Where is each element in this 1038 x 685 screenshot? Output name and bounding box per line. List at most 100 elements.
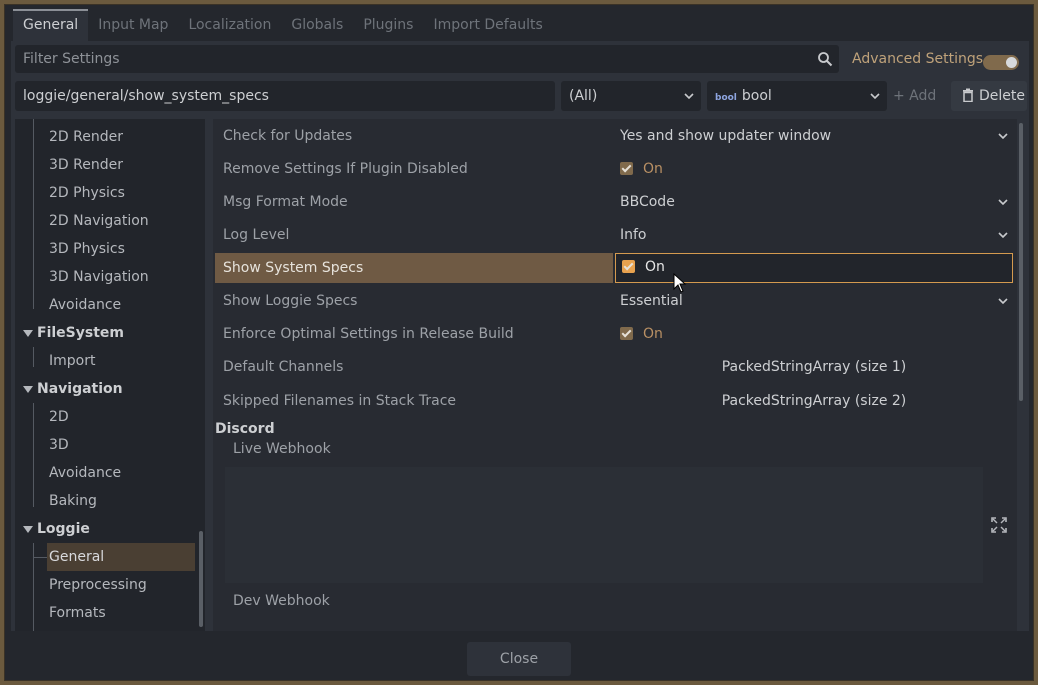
checkbox-checked-icon [620,327,633,340]
tree-item-2d-navigation[interactable]: 2D Navigation [49,209,149,233]
skipped-filenames-array-button[interactable]: PackedStringArray (size 2) [615,386,1013,416]
enforce-optimal-checkbox[interactable]: On [615,319,1013,349]
search-icon [818,52,833,67]
type-value: bool [741,88,772,104]
property-name: Check for Updates [223,128,353,144]
type-dropdown[interactable]: bool bool [707,81,887,111]
tab-plugins[interactable]: Plugins [353,9,423,41]
expand-icon[interactable] [991,517,1007,533]
property-row-selected: Show System Specs On [215,253,1015,286]
tab-localization[interactable]: Localization [178,9,281,41]
discord-section-header[interactable]: Discord [215,417,275,441]
property-row: Msg Format Mode BBCode [215,187,1015,220]
tree-item-nav-baking[interactable]: Baking [49,489,97,513]
collapse-arrow-icon[interactable] [23,330,33,337]
project-settings-window: General Input Map Localization Globals P… [4,4,1034,681]
chevron-down-icon [998,133,1008,140]
tree-scrollbar[interactable] [199,531,203,627]
chevron-down-icon [998,298,1008,305]
property-name: Show System Specs [215,253,613,283]
live-webhook-label: Live Webhook [233,441,331,457]
property-row: Show Loggie Specs Essential [215,286,1015,319]
delete-label: Delete [979,88,1025,104]
tree-item-3d-render[interactable]: 3D Render [49,153,123,177]
chevron-down-icon [870,93,880,100]
property-name: Show Loggie Specs [223,293,358,309]
checkbox-checked-icon [622,260,635,273]
tab-general[interactable]: General [13,9,89,41]
property-name: Default Channels [223,359,344,375]
tree-item-avoidance[interactable]: Avoidance [49,293,121,317]
advanced-settings-toggle[interactable] [983,55,1019,70]
property-value: On [643,161,663,177]
property-name: Msg Format Mode [223,194,348,210]
tree-item-nav-2d[interactable]: 2D [49,405,69,429]
chevron-down-icon [684,93,694,100]
tree-guide-line [33,347,34,367]
mouse-cursor-icon [673,273,687,293]
tree-item-formats[interactable]: Formats [49,601,106,625]
collapse-arrow-icon[interactable] [23,526,33,533]
tree-section-loggie[interactable]: Loggie [37,517,90,541]
property-value: Info [620,227,647,243]
collapse-arrow-icon[interactable] [23,386,33,393]
tree-guide-line [33,119,34,309]
trash-icon [963,88,973,103]
property-value: On [645,259,665,275]
tree-item-2d-physics[interactable]: 2D Physics [49,181,125,205]
property-row: Skipped Filenames in Stack Trace PackedS… [215,386,1015,419]
tree-item-2d-render[interactable]: 2D Render [49,125,123,149]
chevron-down-icon [998,199,1008,206]
property-value: Essential [620,293,683,309]
add-button[interactable]: + Add [893,81,936,111]
tree-item-nav-3d[interactable]: 3D [49,433,69,457]
chevron-down-icon [998,232,1008,239]
property-row: Enforce Optimal Settings in Release Buil… [215,319,1015,352]
tree-guide-branch [33,557,47,558]
checkbox-checked-icon [620,162,633,175]
tree-section-navigation[interactable]: Navigation [37,377,123,401]
property-row: Check for Updates Yes and show updater w… [215,121,1015,154]
tree-section-filesystem[interactable]: FileSystem [37,321,124,345]
check-for-updates-dropdown[interactable]: Yes and show updater window [615,121,1013,151]
property-name: Skipped Filenames in Stack Trace [223,393,457,409]
advanced-settings-label: Advanced Settings [852,51,984,67]
tree-item-3d-navigation[interactable]: 3D Navigation [49,265,149,289]
remove-settings-checkbox[interactable]: On [615,154,1013,184]
feature-dropdown[interactable]: (All) [561,81,701,111]
filter-placeholder: Filter Settings [23,51,120,67]
property-name: Enforce Optimal Settings in Release Buil… [223,326,514,342]
property-value: On [643,326,663,342]
inspector-scrollbar[interactable] [1019,123,1023,401]
msg-format-mode-dropdown[interactable]: BBCode [615,187,1013,217]
property-name: Log Level [223,227,290,243]
property-path-input[interactable]: loggie/general/show_system_specs [15,81,555,111]
tab-import-defaults[interactable]: Import Defaults [423,9,552,41]
settings-tabbar: General Input Map Localization Globals P… [13,9,553,41]
tab-globals[interactable]: Globals [281,9,353,41]
default-channels-array-button[interactable]: PackedStringArray (size 1) [615,352,1013,382]
tab-input-map[interactable]: Input Map [88,9,178,41]
tree-item-nav-avoidance[interactable]: Avoidance [49,461,121,485]
dev-webhook-label: Dev Webhook [233,593,330,609]
filter-settings-input[interactable]: Filter Settings [15,45,839,73]
property-row: Default Channels PackedStringArray (size… [215,352,1015,385]
tree-item-import[interactable]: Import [49,349,95,373]
property-row: Log Level Info [215,220,1015,253]
property-inspector: Check for Updates Yes and show updater w… [213,119,1017,631]
close-button[interactable]: Close [467,642,571,676]
feature-value: (All) [569,88,598,104]
live-webhook-textarea[interactable] [225,467,983,583]
settings-tree: 2D Render 3D Render 2D Physics 2D Naviga… [15,119,205,631]
property-value: BBCode [620,194,675,210]
delete-button[interactable]: Delete [951,81,1027,111]
bool-type-icon: bool [715,93,737,103]
property-row: Remove Settings If Plugin Disabled On [215,154,1015,187]
tree-item-loggie-general[interactable]: General [47,543,195,571]
tree-item-preprocessing[interactable]: Preprocessing [49,573,147,597]
tree-item-3d-physics[interactable]: 3D Physics [49,237,125,261]
property-name: Remove Settings If Plugin Disabled [223,161,468,177]
general-panel: Filter Settings Advanced Settings loggie… [11,41,1029,631]
log-level-dropdown[interactable]: Info [615,220,1013,250]
tree-guide-line [33,403,34,507]
